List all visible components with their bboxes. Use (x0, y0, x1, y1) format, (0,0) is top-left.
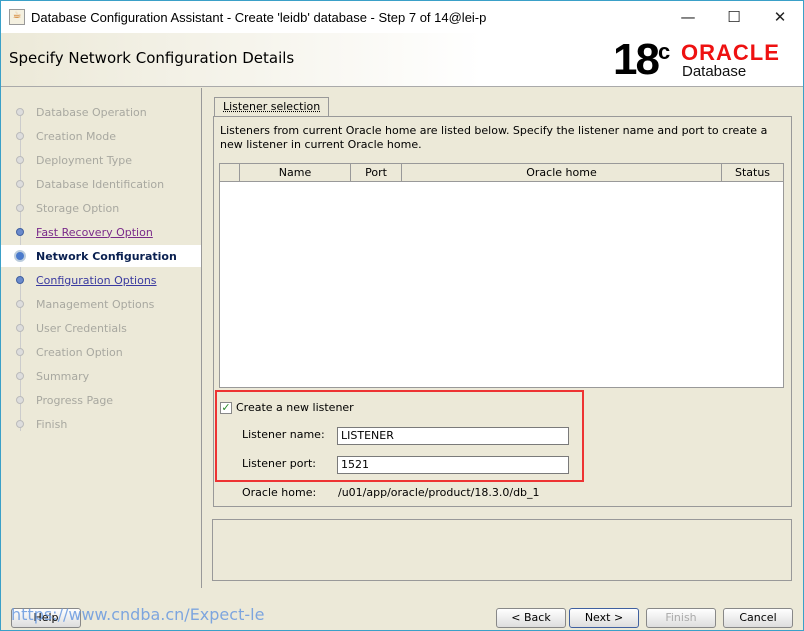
step-label: Management Options (36, 297, 155, 311)
cancel-button[interactable]: Cancel (723, 608, 793, 628)
step-label: User Credentials (36, 321, 127, 335)
column-oracle-home[interactable]: Oracle home (402, 164, 722, 181)
listener-name-label: Listener name: (242, 428, 325, 441)
step-deployment-type: Deployment Type (1, 149, 201, 171)
step-progress-page: Progress Page (1, 389, 201, 411)
oracle-logo-product: Database (682, 63, 747, 80)
listener-name-input[interactable]: LISTENER (337, 427, 569, 445)
window-title: Database Configuration Assistant - Creat… (31, 9, 487, 25)
finish-button[interactable]: Finish (646, 608, 716, 628)
oracle-logo-version: 18c (613, 35, 670, 84)
step-database-identification: Database Identification (1, 173, 201, 195)
step-label: Creation Option (36, 345, 123, 359)
step-network-configuration[interactable]: Network Configuration (1, 245, 201, 267)
back-button[interactable]: < Back (496, 608, 566, 628)
step-label: Fast Recovery Option (36, 225, 153, 239)
step-configuration-options[interactable]: Configuration Options (1, 269, 201, 291)
oracle-home-label: Oracle home: (242, 486, 317, 499)
maximize-button[interactable]: ☐ (711, 1, 757, 33)
step-indicator-icon (16, 420, 24, 428)
java-icon: ☕ (9, 9, 25, 25)
step-user-credentials: User Credentials (1, 317, 201, 339)
step-indicator-icon (16, 204, 24, 212)
step-label: Summary (36, 369, 90, 383)
step-indicator-icon (16, 276, 24, 284)
step-indicator-icon (16, 396, 24, 404)
oracle-home-value: /u01/app/oracle/product/18.3.0/db_1 (338, 486, 540, 499)
column-status[interactable]: Status (722, 164, 783, 181)
step-label: Finish (36, 417, 68, 431)
create-listener-label[interactable]: Create a new listener (236, 401, 354, 414)
title-bar: ☕ Database Configuration Assistant - Cre… (1, 1, 803, 33)
page-title: Specify Network Configuration Details (9, 49, 295, 67)
step-label: Creation Mode (36, 129, 117, 143)
step-indicator-icon (16, 300, 24, 308)
step-creation-mode: Creation Mode (1, 125, 201, 147)
step-summary: Summary (1, 365, 201, 387)
create-listener-checkbox[interactable]: ✓ (220, 402, 232, 414)
step-indicator-icon (16, 180, 24, 188)
step-label: Progress Page (36, 393, 114, 407)
close-button[interactable]: ✕ (757, 1, 803, 33)
message-panel (212, 519, 792, 581)
step-label: Database Identification (36, 177, 165, 191)
step-indicator-icon (16, 132, 24, 140)
step-label: Network Configuration (36, 249, 177, 263)
step-label: Configuration Options (36, 273, 157, 287)
step-finish: Finish (1, 413, 201, 435)
listener-port-label: Listener port: (242, 457, 317, 470)
step-indicator-icon (16, 348, 24, 356)
watermark: https://www.cndba.cn/Expect-le (11, 605, 265, 624)
step-label: Deployment Type (36, 153, 133, 167)
next-button[interactable]: Next > (569, 608, 639, 628)
step-indicator-icon (16, 372, 24, 380)
tab-listener-selection[interactable]: Listener selection (214, 97, 330, 117)
step-label: Database Operation (36, 105, 147, 119)
step-indicator-icon (16, 228, 24, 236)
table-header: Name Port Oracle home Status (220, 164, 783, 182)
step-management-options: Management Options (1, 293, 201, 315)
column-port[interactable]: Port (351, 164, 402, 181)
minimize-button[interactable]: — (665, 1, 711, 33)
step-creation-option: Creation Option (1, 341, 201, 363)
step-indicator-icon (16, 324, 24, 332)
column-name[interactable]: Name (240, 164, 351, 181)
listener-table[interactable]: Name Port Oracle home Status (219, 163, 784, 388)
listener-port-input[interactable]: 1521 (337, 456, 569, 474)
step-indicator-icon (16, 108, 24, 116)
step-fast-recovery-option[interactable]: Fast Recovery Option (1, 221, 201, 243)
step-indicator-icon (14, 250, 26, 262)
header: Specify Network Configuration Details 18… (1, 33, 803, 87)
step-storage-option: Storage Option (1, 197, 201, 219)
column-select[interactable] (220, 164, 240, 181)
step-indicator-icon (16, 156, 24, 164)
description: Listeners from current Oracle home are l… (220, 124, 768, 151)
step-label: Storage Option (36, 201, 120, 215)
step-database-operation: Database Operation (1, 101, 201, 123)
steps-sidebar: Database Operation Creation Mode Deploymen… (1, 88, 202, 588)
